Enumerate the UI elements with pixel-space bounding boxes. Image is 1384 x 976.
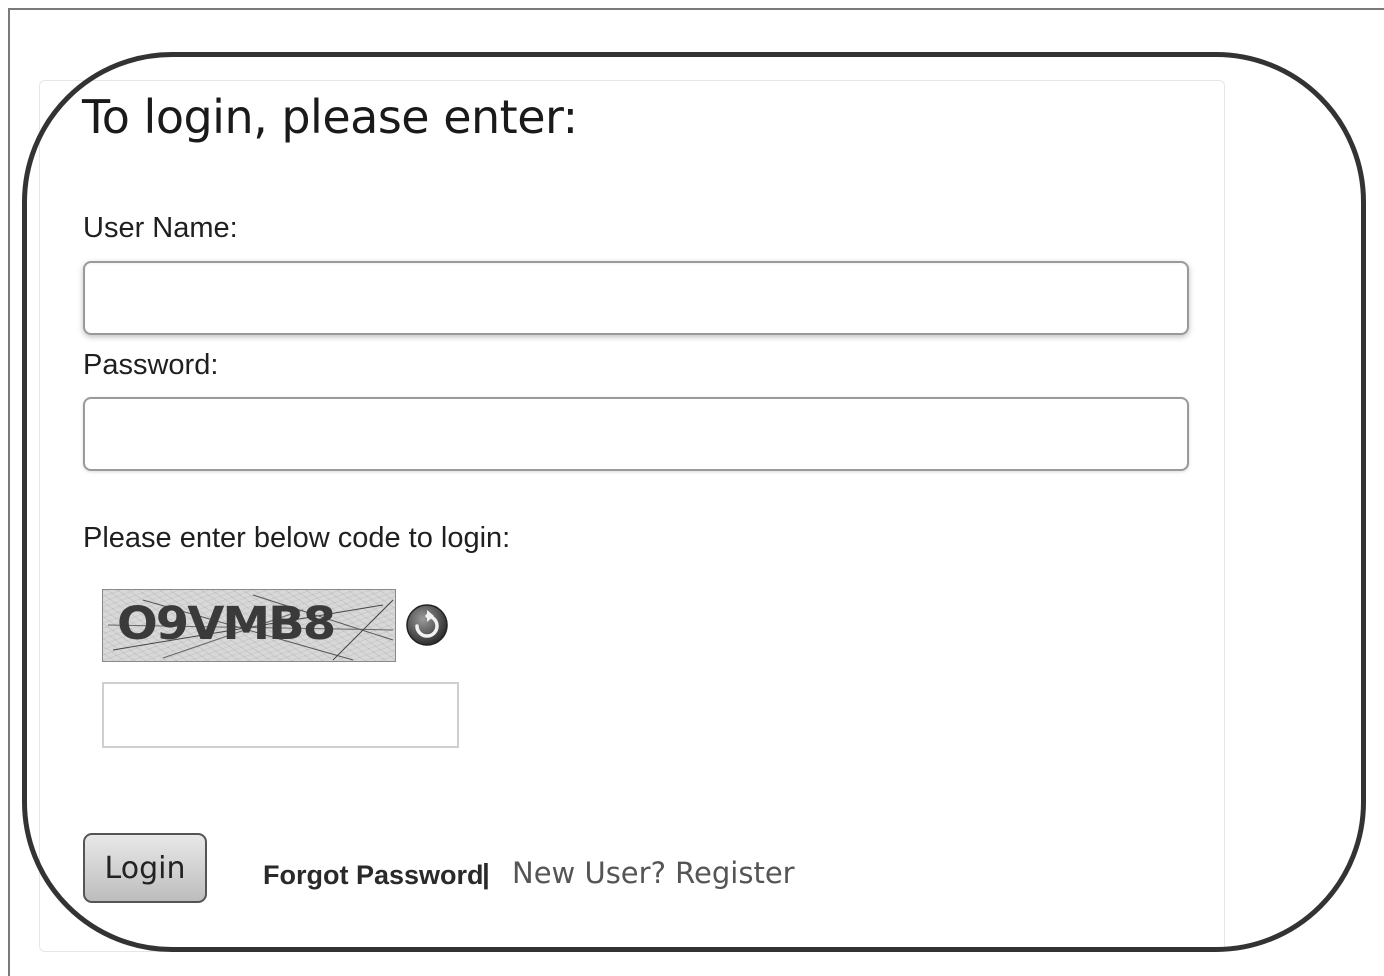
forgot-password-link[interactable]: Forgot Password: [263, 860, 484, 891]
register-link[interactable]: New User? Register: [512, 856, 795, 890]
login-panel: [39, 80, 1225, 952]
password-label: Password:: [83, 349, 219, 381]
link-separator: |: [482, 858, 490, 889]
captcha-code: O9VMB8: [117, 597, 336, 651]
username-label: User Name:: [83, 212, 238, 244]
password-input[interactable]: [83, 397, 1189, 471]
username-input[interactable]: [83, 261, 1189, 335]
captcha-image: O9VMB8: [102, 589, 396, 662]
refresh-icon[interactable]: [405, 603, 449, 647]
page-title: To login, please enter:: [82, 90, 578, 144]
captcha-instruction: Please enter below code to login:: [83, 522, 511, 554]
login-button[interactable]: Login: [83, 833, 207, 903]
captcha-input[interactable]: [102, 682, 459, 748]
